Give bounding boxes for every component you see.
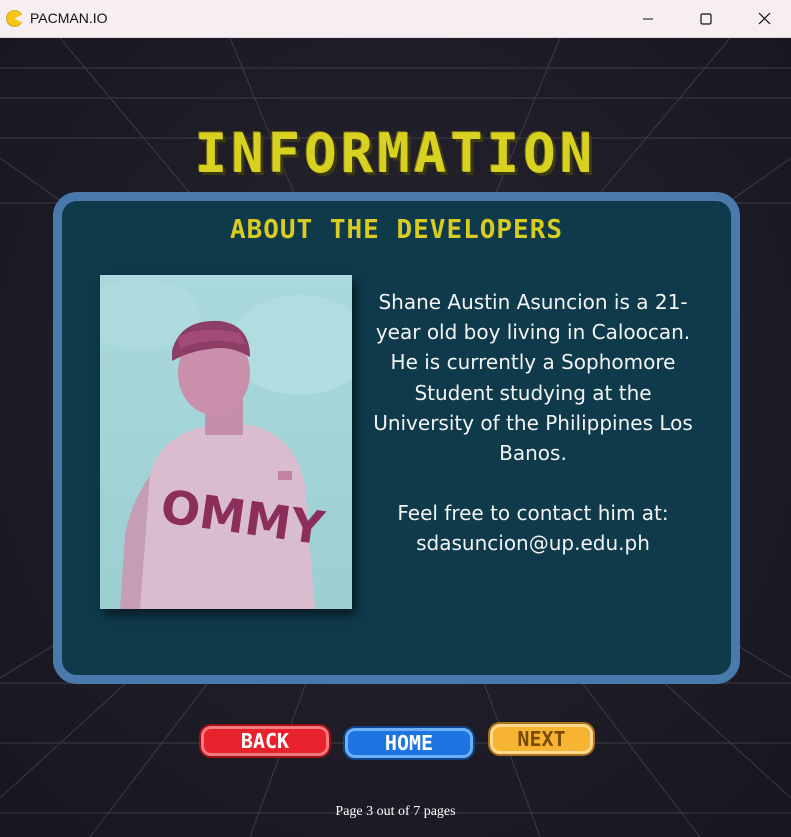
home-button[interactable]: HOME <box>345 728 473 758</box>
developer-photo: OMMY <box>100 275 352 609</box>
maximize-icon <box>700 12 712 25</box>
window-titlebar: PACMAN.IO <box>0 0 791 38</box>
page-indicator: Page 3 out of 7 pages <box>335 804 456 819</box>
close-button[interactable] <box>736 0 791 37</box>
minimize-button[interactable] <box>620 0 676 37</box>
next-button[interactable]: NEXT <box>490 724 593 754</box>
close-icon <box>758 12 770 25</box>
page-heading: INFORMATION <box>194 122 597 185</box>
window-title: PACMAN.IO <box>30 10 108 26</box>
panel-subheading: ABOUT THE DEVELOPERS <box>229 215 564 245</box>
minimize-icon <box>643 18 653 19</box>
contact-intro: Feel free to contact him at: <box>397 501 669 526</box>
game-screen: INFORMATION ABOUT THE DEVELOPERS OMMY Sh… <box>0 38 791 837</box>
bio-text: Shane Austin Asuncion is a 21-year old b… <box>373 290 693 466</box>
maximize-button[interactable] <box>678 0 734 37</box>
back-button[interactable]: BACK <box>201 726 329 756</box>
developer-bio: Shane Austin Asuncion is a 21-year old b… <box>368 287 698 559</box>
pacman-icon <box>6 10 23 27</box>
developer-portrait-image: OMMY <box>100 275 352 609</box>
contact-email[interactable]: sdasuncion@up.edu.ph <box>368 528 698 558</box>
developer-info-panel: ABOUT THE DEVELOPERS OMMY Shane Austin A… <box>53 192 740 684</box>
